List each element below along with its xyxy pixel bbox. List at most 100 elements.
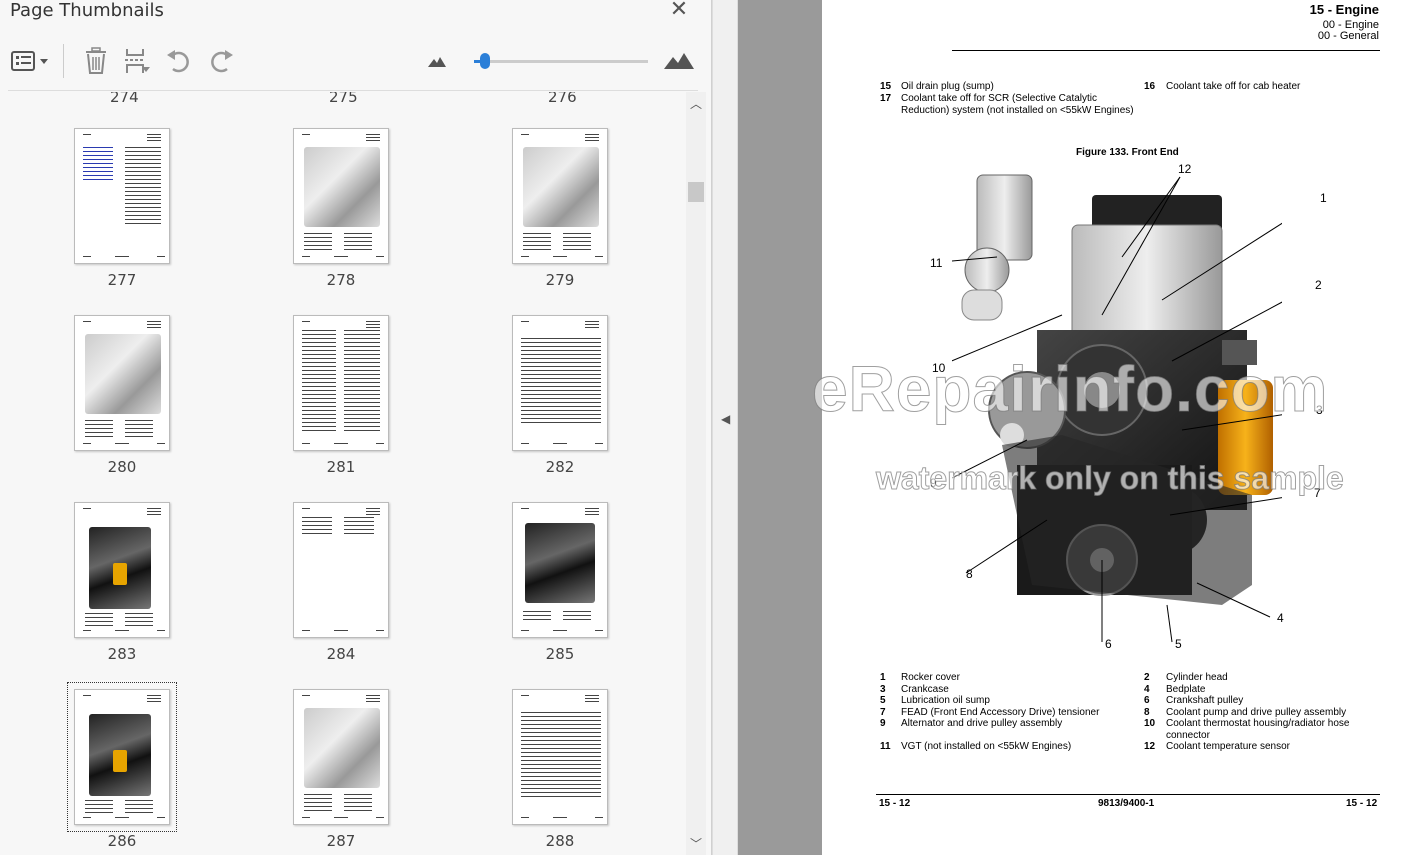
thumbnail-text-line — [304, 802, 332, 803]
thumbnail-text-line — [595, 443, 603, 444]
thumbnail-text-line — [344, 394, 380, 395]
thumbnail-size-slider[interactable] — [474, 53, 648, 69]
thumbnail-text-line — [521, 712, 601, 713]
thumbnail-text-line — [521, 752, 601, 753]
thumbnail-grid: 274 275 276 277 278 279 280 281 282 283 284 285 2… — [0, 92, 686, 855]
legend-number: 12 — [1144, 741, 1156, 752]
thumbnail-text-line — [304, 241, 332, 242]
thumbnail-text-line — [366, 698, 380, 699]
zoom-in-thumbnails-button[interactable] — [662, 46, 696, 76]
thumbnail-page[interactable] — [293, 689, 389, 825]
thumbnail-text-line — [521, 342, 601, 343]
collapse-left-icon[interactable]: ◀ — [721, 412, 730, 426]
zoom-out-thumbnails-button[interactable] — [426, 46, 448, 76]
thumbnail-page[interactable] — [512, 502, 608, 638]
thumbnail-text-line — [521, 378, 601, 379]
thumbnail-label: 287 — [326, 832, 356, 850]
thumbnail-text-line — [521, 354, 601, 355]
document-background — [738, 0, 822, 855]
scroll-down-icon[interactable]: ﹀ — [686, 836, 706, 852]
thumbnail-text-line — [521, 366, 601, 367]
thumbnail-page[interactable] — [293, 128, 389, 264]
thumbnail-text-line — [523, 619, 551, 620]
thumbnail-text-line — [344, 521, 374, 522]
thumbnail-text-line — [521, 386, 601, 387]
thumbnail-text-line — [302, 398, 336, 399]
thumbnail-text-line — [83, 163, 113, 164]
thumbnail-text-line — [344, 390, 380, 391]
thumbnail-text-line — [125, 199, 161, 200]
thumbnail-text-line — [304, 245, 332, 246]
thumbnail-text-line — [302, 358, 336, 359]
thumbnail-text-line — [85, 420, 113, 421]
thumbnail-text-line — [521, 443, 529, 444]
thumbnail-text-line — [302, 338, 336, 339]
legend-text: VGT (not installed on <55kW Engines) — [901, 741, 1072, 752]
thumbnail-text-line — [521, 732, 601, 733]
legend-text: FEAD (Front End Accessory Drive) tension… — [901, 706, 1100, 718]
thumbnail-text-line — [115, 256, 129, 257]
thumbnail-text-line — [344, 382, 380, 383]
thumbnail-text-line — [157, 817, 165, 818]
thumbnail-page[interactable] — [67, 682, 177, 832]
thumbnail-text-line — [344, 330, 380, 331]
rotate-clockwise-button[interactable] — [206, 46, 236, 76]
item-text: Coolant take off for cab heater — [1166, 81, 1301, 92]
thumbnail-text-line — [376, 817, 384, 818]
thumbnail-text-line — [366, 511, 380, 512]
toolbar-separator — [63, 44, 64, 78]
thumbnail-text-line — [125, 183, 161, 184]
thumbnail-page[interactable] — [74, 315, 170, 451]
rotate-counterclockwise-icon — [167, 50, 189, 73]
thumbnail-text-line — [521, 358, 601, 359]
thumbnail-text-line — [344, 342, 380, 343]
scrollbar-thumb[interactable] — [688, 182, 704, 202]
thumbnail-text-line — [344, 794, 372, 795]
thumbnail-text-line — [553, 630, 567, 631]
thumbnail-page[interactable] — [74, 128, 170, 264]
thumbnail-text-line — [125, 617, 153, 618]
thumbnail-text-line — [83, 321, 91, 322]
scroll-up-icon[interactable]: ︿ — [686, 96, 706, 112]
thumbnail-text-line — [521, 817, 529, 818]
thumbnail-text-line — [585, 327, 599, 328]
legend-number: 10 — [1144, 718, 1156, 729]
toolbar-divider — [8, 90, 698, 91]
legend-number: 2 — [1144, 672, 1150, 683]
thumbnail-options-button[interactable] — [8, 46, 52, 76]
thumbnail-text-line — [521, 740, 601, 741]
thumbnail-text-line — [521, 414, 601, 415]
thumbnail-text-line — [147, 321, 161, 322]
thumbnail-text-line — [344, 810, 372, 811]
thumbnail-text-line — [521, 772, 601, 773]
delete-pages-button[interactable] — [82, 46, 110, 76]
thumbnail-text-line — [521, 350, 601, 351]
close-icon[interactable]: ✕ — [668, 0, 690, 20]
thumbnail-text-line — [83, 159, 113, 160]
slider-thumb[interactable] — [479, 53, 490, 69]
thumbnail-label: 282 — [545, 458, 575, 476]
panel-divider[interactable]: ◀ — [712, 0, 738, 855]
rotate-counterclockwise-button[interactable] — [164, 46, 194, 76]
thumbnail-text-line — [521, 736, 601, 737]
thumbnail-page[interactable] — [512, 689, 608, 825]
legend-text: Cylinder head — [1166, 672, 1228, 683]
legend-text: Coolant thermostat housing/radiator hose… — [1166, 718, 1350, 741]
callout-label: 5 — [1175, 637, 1182, 651]
thumbnail-text-line — [521, 374, 601, 375]
thumbnail-text-line — [302, 370, 336, 371]
callout-label: 4 — [1277, 611, 1284, 625]
thumbnail-page[interactable] — [512, 315, 608, 451]
page-header-subtitle: 00 - General — [1317, 30, 1379, 42]
thumbnail-text-line — [302, 508, 310, 509]
thumbnail-scrollbar[interactable]: ︿ ﹀ — [686, 92, 706, 855]
thumbnail-label: 286 — [107, 832, 137, 850]
thumbnail-page[interactable] — [74, 502, 170, 638]
thumbnail-page[interactable] — [293, 315, 389, 451]
thumbnail-text-line — [521, 780, 601, 781]
thumbnail-text-line — [521, 776, 601, 777]
insert-pages-button[interactable] — [122, 46, 152, 76]
thumbnail-text-line — [304, 237, 332, 238]
thumbnail-page[interactable] — [512, 128, 608, 264]
thumbnail-page[interactable] — [293, 502, 389, 638]
